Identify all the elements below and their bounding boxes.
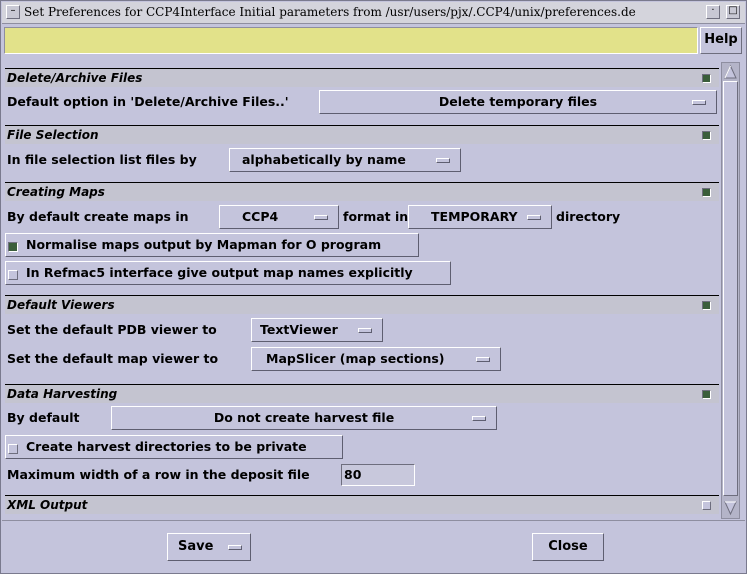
section-toggle-icon[interactable]: [702, 501, 711, 510]
section-header-data-harvesting[interactable]: Data Harvesting: [5, 384, 719, 403]
option-menu-icon: [527, 215, 541, 220]
section-title: XML Output: [7, 498, 88, 512]
map-format-row: By default create maps in CCP4 format in…: [5, 204, 719, 230]
title-bar: – Set Preferences for CCP4Interface Init…: [2, 2, 745, 24]
delete-option-menu[interactable]: Delete temporary files: [319, 90, 717, 114]
map-viewer-row: Set the default map viewer to MapSlicer …: [5, 346, 719, 372]
pdb-viewer-value: TextViewer: [260, 322, 338, 337]
section-header-default-viewers[interactable]: Default Viewers: [5, 295, 719, 314]
section-toggle-icon[interactable]: [702, 390, 711, 399]
section-title: Data Harvesting: [7, 387, 118, 401]
section-header-xml-output[interactable]: XML Output: [5, 495, 719, 514]
file-list-menu[interactable]: alphabetically by name: [229, 148, 461, 172]
section-title: Delete/Archive Files: [7, 71, 143, 85]
option-menu-icon: [228, 545, 242, 550]
section-title: Default Viewers: [7, 298, 115, 312]
map-create-label: By default create maps in: [7, 209, 189, 224]
file-list-value: alphabetically by name: [242, 152, 406, 167]
maximize-icon[interactable]: □: [726, 5, 740, 19]
map-viewer-value: MapSlicer (map sections): [266, 351, 445, 366]
section-toggle-icon[interactable]: [702, 188, 711, 197]
message-bar: [4, 27, 698, 54]
option-menu-icon: [436, 158, 450, 163]
format-in-label: format in: [343, 209, 409, 224]
vertical-scrollbar[interactable]: [721, 62, 740, 519]
max-width-label: Maximum width of a row in the deposit fi…: [7, 467, 310, 482]
preferences-panel: Delete/Archive Files Default option in '…: [5, 62, 719, 518]
normalise-checkbox[interactable]: Normalise maps output by Mapman for O pr…: [5, 233, 419, 257]
scrollbar-thumb[interactable]: [723, 81, 738, 496]
map-format-value: CCP4: [242, 209, 279, 224]
section-toggle-icon[interactable]: [702, 131, 711, 140]
save-label: Save: [178, 539, 214, 554]
refmac-label: In Refmac5 interface give output map nam…: [26, 265, 413, 280]
harvest-default-row: By default Do not create harvest file: [5, 405, 719, 431]
section-header-file-selection[interactable]: File Selection: [5, 125, 719, 144]
normalise-label: Normalise maps output by Mapman for O pr…: [26, 237, 382, 252]
help-button[interactable]: Help: [700, 27, 742, 54]
map-directory-menu[interactable]: TEMPORARY: [408, 205, 552, 229]
close-button[interactable]: Close: [532, 533, 604, 561]
harvest-default-value: Do not create harvest file: [213, 410, 395, 425]
section-title: Creating Maps: [7, 185, 105, 199]
harvest-default-label: By default: [7, 410, 80, 425]
pdb-viewer-label: Set the default PDB viewer to: [7, 322, 217, 337]
directory-label: directory: [556, 209, 621, 224]
delete-option-value: Delete temporary files: [438, 94, 598, 109]
checkbox-indicator-icon: [8, 444, 18, 454]
max-width-input[interactable]: 80: [341, 464, 415, 486]
harvest-private-row: Create harvest directories to be private: [5, 434, 719, 460]
harvest-private-checkbox[interactable]: Create harvest directories to be private: [5, 435, 343, 459]
pdb-viewer-row: Set the default PDB viewer to TextViewer: [5, 317, 719, 343]
scroll-up-arrow-icon[interactable]: [723, 64, 738, 80]
section-toggle-icon[interactable]: [702, 74, 711, 83]
file-list-row: In file selection list files by alphabet…: [5, 147, 719, 173]
footer: Save Close: [2, 520, 745, 573]
option-menu-icon: [314, 215, 328, 220]
refmac-checkbox[interactable]: In Refmac5 interface give output map nam…: [5, 261, 451, 285]
option-menu-icon: [476, 357, 490, 362]
delete-option-row: Default option in 'Delete/Archive Files.…: [5, 89, 719, 115]
checkbox-indicator-icon: [8, 242, 18, 252]
map-viewer-label: Set the default map viewer to: [7, 351, 219, 366]
max-width-row: Maximum width of a row in the deposit fi…: [5, 462, 719, 488]
normalise-row: Normalise maps output by Mapman for O pr…: [5, 232, 719, 258]
delete-option-label: Default option in 'Delete/Archive Files.…: [7, 94, 289, 109]
checkbox-indicator-icon: [8, 270, 18, 280]
section-toggle-icon[interactable]: [702, 301, 711, 310]
section-title: File Selection: [7, 128, 99, 142]
minimize-icon[interactable]: ·: [706, 5, 720, 19]
option-menu-icon: [358, 328, 372, 333]
window-menu-icon[interactable]: –: [6, 5, 20, 19]
option-menu-icon: [472, 416, 486, 421]
preferences-window: – Set Preferences for CCP4Interface Init…: [0, 0, 747, 574]
section-header-delete-archive[interactable]: Delete/Archive Files: [5, 68, 719, 87]
toolbar: Help: [2, 24, 745, 58]
save-button[interactable]: Save: [167, 533, 251, 561]
map-directory-value: TEMPORARY: [431, 209, 518, 224]
harvest-private-label: Create harvest directories to be private: [26, 439, 307, 454]
scroll-down-arrow-icon[interactable]: [723, 500, 738, 516]
map-format-menu[interactable]: CCP4: [219, 205, 339, 229]
window-title: Set Preferences for CCP4Interface Initia…: [24, 5, 636, 19]
map-viewer-menu[interactable]: MapSlicer (map sections): [251, 347, 501, 371]
pdb-viewer-menu[interactable]: TextViewer: [251, 318, 383, 342]
section-header-creating-maps[interactable]: Creating Maps: [5, 182, 719, 201]
option-menu-icon: [692, 100, 706, 105]
file-list-label: In file selection list files by: [7, 152, 197, 167]
refmac-row: In Refmac5 interface give output map nam…: [5, 260, 719, 286]
harvest-default-menu[interactable]: Do not create harvest file: [111, 406, 497, 430]
